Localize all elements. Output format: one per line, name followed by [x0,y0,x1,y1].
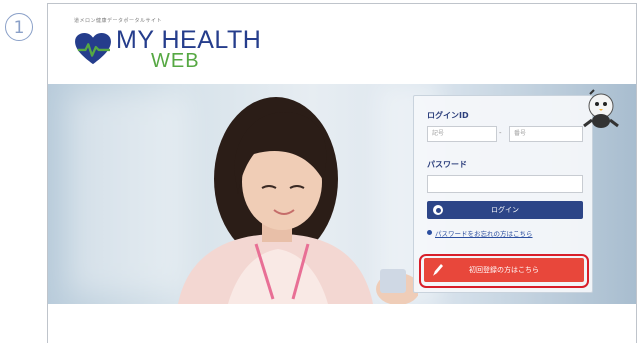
login-circle-icon [433,205,443,215]
password-label: パスワード [427,160,467,169]
password-input[interactable] [427,175,583,193]
first-time-register-button[interactable]: 初回登録の方はこちら [424,258,584,282]
logo-title: MY HEALTH [116,26,262,54]
step-number-badge: 1 [5,13,33,41]
login-button-label: ログイン [491,206,519,214]
mascot-icon [583,89,619,128]
id-separator: - [499,129,502,137]
hero-banner: ログインID 記号 - 番号 パスワード ログイン パスワードをお忘れの方はこち… [48,84,636,304]
login-id-symbol-input[interactable]: 記号 [427,126,497,142]
heart-logo-icon [75,32,111,65]
website-screenshot: 道メロン健康データポータルサイト MY HEALTH WEB ログインID 記号… [47,3,637,343]
register-button-label: 初回登録の方はこちら [469,266,539,274]
login-panel: ログインID 記号 - 番号 パスワード ログイン パスワードをお忘れの方はこち… [413,95,593,293]
woman-photo [178,97,418,304]
site-tagline: 道メロン健康データポータルサイト [74,18,163,24]
forgot-password-link[interactable]: パスワードをお忘れの方はこちら [435,228,533,238]
bullet-icon [427,230,432,235]
logo-subtitle: WEB [151,50,200,72]
login-id-number-input[interactable]: 番号 [509,126,583,142]
login-button[interactable]: ログイン [427,201,583,219]
pencil-icon [433,264,443,276]
site-header: 道メロン健康データポータルサイト MY HEALTH WEB [48,4,636,84]
login-id-label: ログインID [427,111,469,120]
